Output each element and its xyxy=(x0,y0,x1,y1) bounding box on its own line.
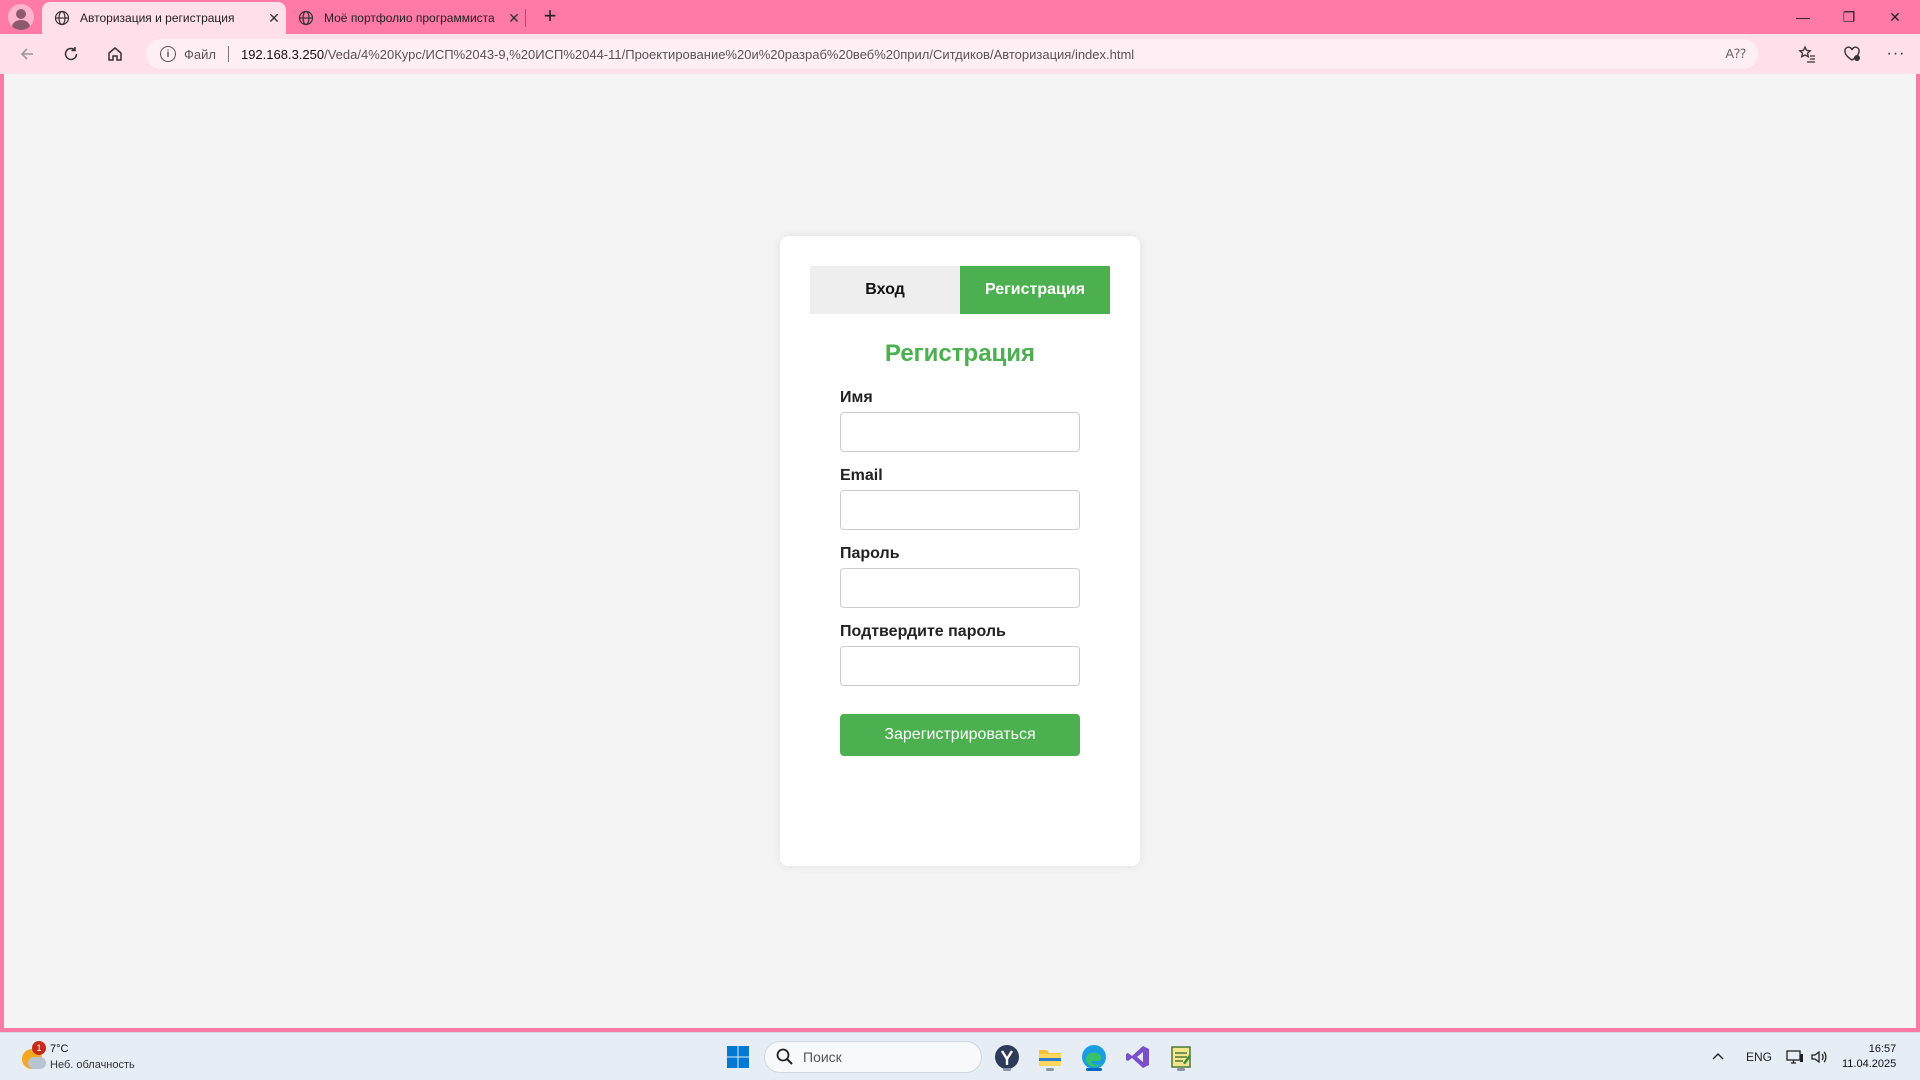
page-viewport: Вход Регистрация Регистрация Имя Email П… xyxy=(4,74,1916,1028)
close-tab-icon[interactable]: ✕ xyxy=(262,10,286,27)
weather-temperature: 7°C xyxy=(50,1043,69,1055)
tab-separator xyxy=(525,9,526,27)
browser-tab-auth[interactable]: Авторизация и регистрация ✕ xyxy=(42,2,286,34)
tab-login[interactable]: Вход xyxy=(810,266,960,314)
profile-avatar-icon[interactable] xyxy=(8,4,34,30)
weather-condition: Неб. облачность xyxy=(50,1059,135,1071)
password-input[interactable] xyxy=(840,568,1080,608)
reload-icon xyxy=(64,47,78,61)
running-indicator xyxy=(1003,1068,1011,1071)
confirm-password-input[interactable] xyxy=(840,646,1080,686)
restore-icon[interactable]: ❐ xyxy=(1826,0,1872,34)
close-tab-icon[interactable]: ✕ xyxy=(502,10,526,27)
password-label: Пароль xyxy=(840,545,900,562)
browser-tab-title: Авторизация и регистрация xyxy=(80,11,235,25)
favorites-button[interactable] xyxy=(1792,40,1822,68)
tab-register[interactable]: Регистрация xyxy=(960,266,1110,314)
chevron-up-icon xyxy=(1712,1053,1724,1060)
system-clock[interactable]: 16:57 11.04.2025 xyxy=(1842,1042,1896,1072)
running-indicator xyxy=(1046,1068,1054,1071)
edge-browser-icon xyxy=(1082,1045,1106,1069)
home-icon xyxy=(108,47,122,61)
clock-date: 11.04.2025 xyxy=(1842,1058,1897,1070)
address-bar[interactable]: i Файл 192.168.3.250/Veda/4%20Курс/ИСП%2… xyxy=(146,39,1758,69)
network-icon[interactable] xyxy=(1786,1033,1804,1080)
globe-icon xyxy=(298,10,314,26)
browser-tab-portfolio[interactable]: Моё портфолио программиста ✕ xyxy=(286,2,526,34)
volume-icon[interactable] xyxy=(1810,1033,1828,1080)
search-placeholder: Поиск xyxy=(803,1049,842,1065)
folder-icon xyxy=(1039,1050,1061,1066)
auth-tabs: Вход Регистрация xyxy=(810,266,1110,314)
taskbar-yandex-browser[interactable] xyxy=(991,1041,1023,1073)
star-list-icon xyxy=(1798,45,1815,63)
minimize-icon[interactable]: — xyxy=(1780,0,1826,34)
more-dots-icon: ··· xyxy=(1886,45,1906,62)
browser-essentials-button[interactable] xyxy=(1837,40,1867,68)
monitor-network-icon xyxy=(1786,1050,1803,1064)
form-title: Регистрация xyxy=(884,340,1036,367)
info-icon[interactable]: i xyxy=(160,46,176,62)
taskbar-search[interactable]: Поиск xyxy=(764,1041,982,1073)
speaker-icon xyxy=(1811,1050,1827,1064)
read-aloud-icon[interactable]: A⁇ xyxy=(1725,46,1746,62)
new-tab-button[interactable]: + xyxy=(537,5,563,29)
show-hidden-icons[interactable] xyxy=(1710,1033,1726,1080)
visual-studio-icon xyxy=(1126,1046,1149,1068)
close-window-icon[interactable]: ✕ xyxy=(1872,0,1918,34)
back-button[interactable] xyxy=(12,40,42,68)
email-input[interactable] xyxy=(840,490,1080,530)
taskbar-edge[interactable] xyxy=(1078,1041,1110,1073)
name-label: Имя xyxy=(840,389,873,406)
address-separator xyxy=(227,46,229,62)
start-button[interactable] xyxy=(722,1041,754,1073)
browser-toolbar: i Файл 192.168.3.250/Veda/4%20Курс/ИСП%2… xyxy=(0,34,1920,74)
globe-icon xyxy=(54,10,70,26)
weather-cloud-icon xyxy=(28,1057,46,1069)
taskbar-file-explorer[interactable] xyxy=(1034,1041,1066,1073)
running-indicator xyxy=(1177,1068,1185,1071)
windows-logo-icon xyxy=(727,1046,749,1068)
name-input[interactable] xyxy=(840,412,1080,452)
notepad-icon xyxy=(1171,1046,1191,1068)
address-scheme: Файл xyxy=(184,46,216,62)
confirm-password-label: Подтвердите пароль xyxy=(840,623,1006,640)
address-host: 192.168.3.250 xyxy=(240,46,325,62)
more-menu-button[interactable]: ··· xyxy=(1881,40,1911,68)
arrow-left-icon xyxy=(20,48,33,60)
email-label: Email xyxy=(840,467,883,484)
auth-card: Вход Регистрация Регистрация Имя Email П… xyxy=(780,236,1140,866)
home-button[interactable] xyxy=(100,40,130,68)
browser-titlebar: Авторизация и регистрация ✕ Моё портфоли… xyxy=(0,0,1920,34)
running-indicator-active xyxy=(1086,1068,1102,1071)
yandex-browser-icon xyxy=(995,1045,1019,1069)
language-indicator[interactable]: ENG xyxy=(1746,1033,1772,1080)
taskbar-visual-studio[interactable] xyxy=(1122,1041,1154,1073)
register-submit-button[interactable]: Зарегистрироваться xyxy=(840,714,1080,756)
notification-badge: 1 xyxy=(32,1041,46,1055)
heart-pulse-icon xyxy=(1844,46,1860,61)
browser-tab-title: Моё портфолио программиста xyxy=(324,11,495,25)
reload-button[interactable] xyxy=(56,40,86,68)
taskbar: 1 7°C Неб. облачность Поиск ENG 16:57 11… xyxy=(0,1032,1920,1080)
clock-time: 16:57 xyxy=(1868,1043,1897,1055)
taskbar-notepad[interactable] xyxy=(1165,1041,1197,1073)
weather-widget[interactable]: 1 7°C Неб. облачность xyxy=(18,1041,158,1075)
search-icon xyxy=(776,1048,793,1065)
address-path: /Veda/4%20Курс/ИСП%2043-9,%20ИСП%2044-11… xyxy=(324,46,1135,62)
